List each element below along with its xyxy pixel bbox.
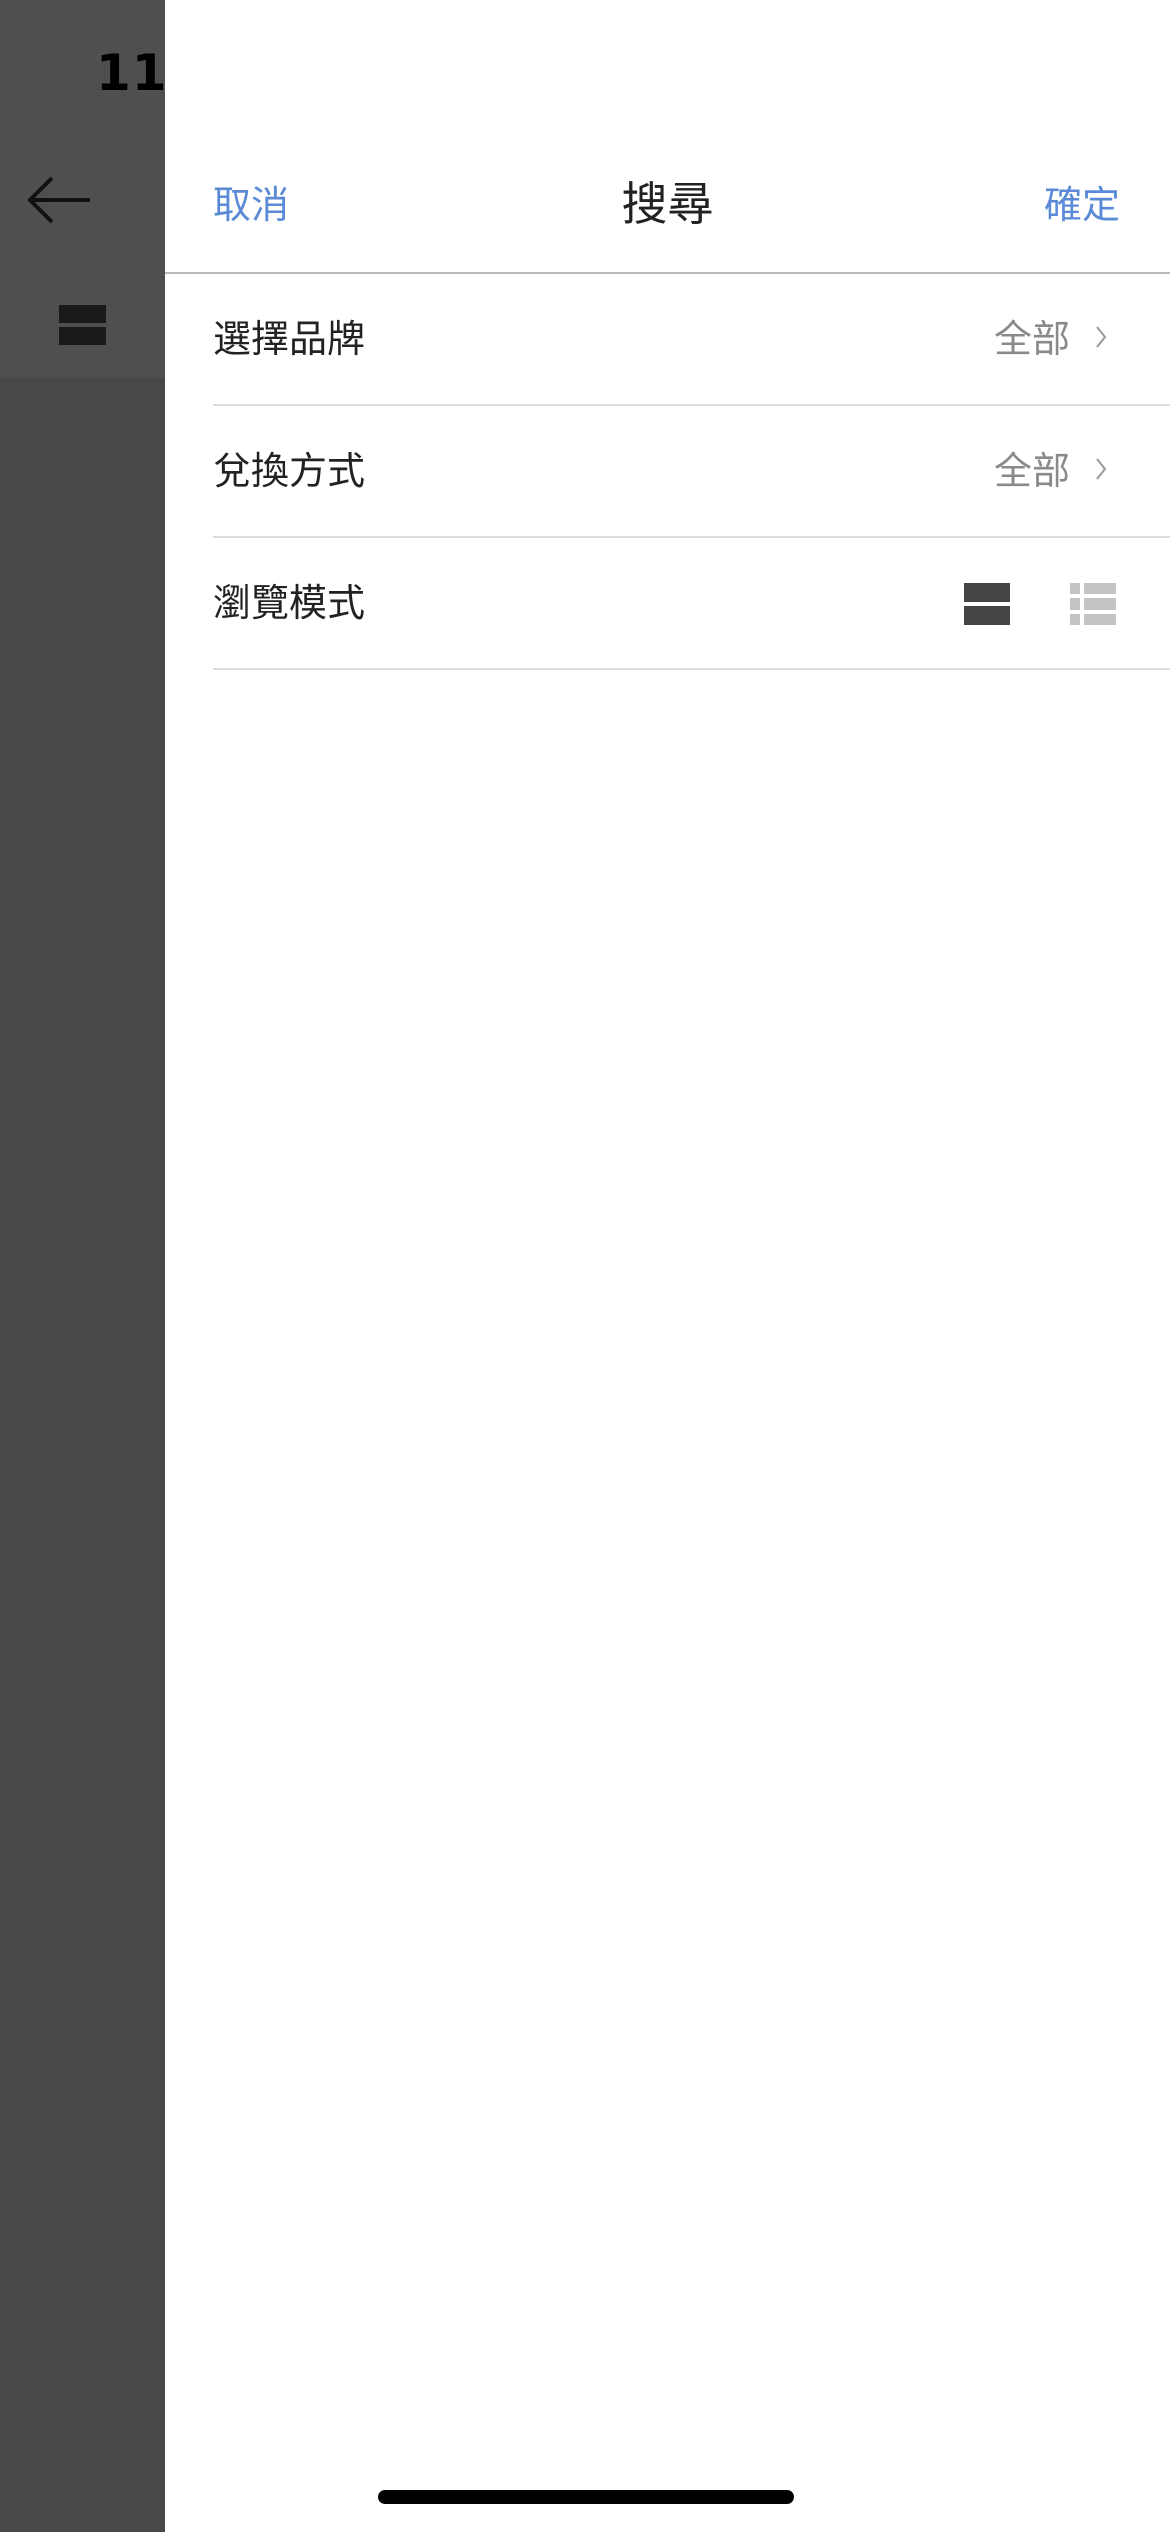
card-view-icon[interactable]: [964, 583, 1010, 625]
list-view-icon[interactable]: [1070, 583, 1116, 625]
redeem-method-row[interactable]: 兌換方式 全部: [213, 406, 1170, 538]
card-view-icon: [59, 305, 106, 345]
background-overlay[interactable]: [0, 0, 165, 2532]
back-arrow-icon: [27, 176, 90, 224]
brand-label: 選擇品牌: [213, 317, 366, 361]
search-sheet: 取消 搜尋 確定 選擇品牌 全部 兌換方式 全部 瀏覽模式: [165, 0, 1170, 2532]
browse-mode-row: 瀏覽模式: [213, 538, 1170, 670]
chevron-right-icon: [1096, 458, 1107, 480]
redeem-method-value: 全部: [993, 449, 1070, 493]
filter-list: 選擇品牌 全部 兌換方式 全部 瀏覽模式: [213, 274, 1170, 670]
brand-row[interactable]: 選擇品牌 全部: [213, 274, 1170, 406]
chevron-right-icon: [1096, 326, 1107, 348]
browse-mode-label: 瀏覽模式: [213, 581, 366, 625]
sheet-header: 取消 搜尋 確定: [165, 140, 1170, 274]
brand-value: 全部: [993, 317, 1070, 361]
redeem-method-label: 兌換方式: [213, 449, 366, 493]
home-indicator[interactable]: [378, 2490, 794, 2504]
confirm-button[interactable]: 確定: [1044, 180, 1120, 230]
sheet-title: 搜尋: [621, 177, 714, 231]
